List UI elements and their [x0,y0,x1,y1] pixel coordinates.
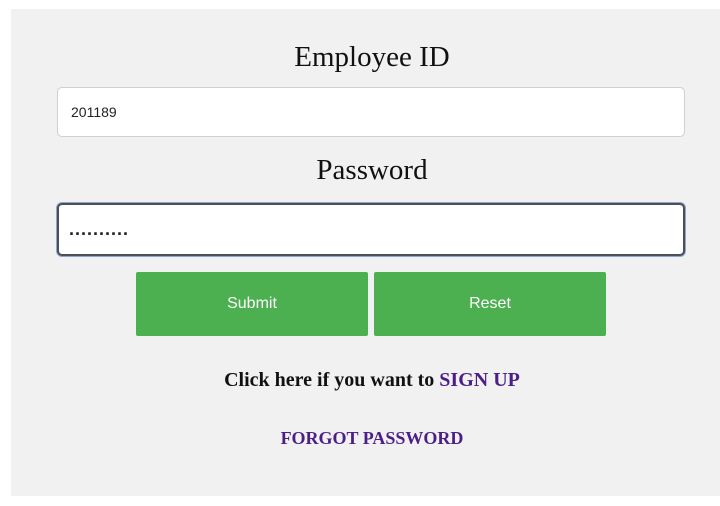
signup-link[interactable]: SIGN UP [439,369,520,391]
forgot-password-row: FORGOT PASSWORD [0,428,720,449]
forgot-password-link[interactable]: FORGOT PASSWORD [281,428,464,448]
password-input[interactable] [57,203,685,256]
employee-id-label: Employee ID [294,41,450,73]
password-label: Password [316,154,428,186]
signup-prompt: Click here if you want to SIGN UP [0,369,720,392]
submit-button[interactable]: Submit [136,272,368,336]
employee-id-input[interactable] [57,87,685,137]
reset-button[interactable]: Reset [374,272,606,336]
signup-prompt-text: Click here if you want to [224,369,440,391]
